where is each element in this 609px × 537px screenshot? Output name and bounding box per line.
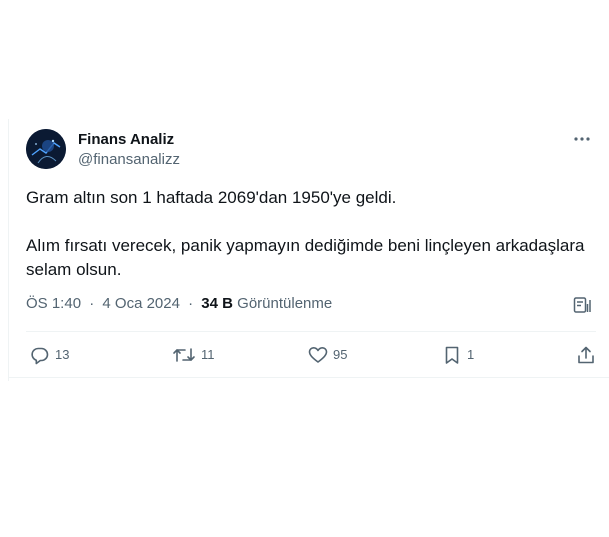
share-icon: [578, 346, 594, 364]
bookmark-button[interactable]: 1: [442, 341, 474, 369]
author-handle[interactable]: @finansanalizz: [78, 150, 180, 170]
tweet-text: Gram altın son 1 haftada 2069'dan 1950'y…: [26, 188, 585, 279]
tweet-card: Finans Analiz @finansanalizz Gram altın …: [8, 119, 609, 381]
avatar[interactable]: [26, 129, 66, 169]
avatar-image: [26, 129, 66, 169]
analytics-button[interactable]: [572, 295, 592, 315]
meta-separator: ·: [188, 295, 194, 312]
reply-icon: [31, 347, 49, 365]
bookmark-icon: [445, 346, 459, 364]
tweet-date[interactable]: 4 Oca 2024: [102, 295, 180, 312]
tweet-time[interactable]: ÖS 1:40: [26, 295, 81, 312]
author-name[interactable]: Finans Analiz: [78, 130, 174, 150]
tweet-meta: ÖS 1:40 · 4 Oca 2024 · 34 B Görüntülenme: [26, 294, 332, 314]
meta-separator: ·: [89, 295, 95, 312]
views-count: 34 B: [201, 295, 233, 312]
divider: [26, 331, 596, 332]
repost-count: 11: [201, 347, 215, 362]
more-options-button[interactable]: [570, 131, 594, 147]
repost-button[interactable]: 11: [172, 341, 215, 369]
bookmark-count: 1: [467, 347, 475, 362]
share-button[interactable]: [576, 341, 596, 369]
like-button[interactable]: 95: [308, 341, 347, 369]
reply-count: 13: [55, 347, 70, 362]
views-label: Görüntülenme: [237, 295, 333, 312]
bottom-border: [9, 377, 609, 378]
more-dots-icon: [574, 137, 590, 141]
reply-button[interactable]: 13: [30, 341, 69, 369]
like-count: 95: [333, 347, 348, 362]
repost-icon: [173, 348, 195, 362]
analytics-icon: [573, 297, 591, 313]
action-bar: 13 11 95 1: [26, 341, 596, 369]
heart-icon: [308, 347, 328, 363]
